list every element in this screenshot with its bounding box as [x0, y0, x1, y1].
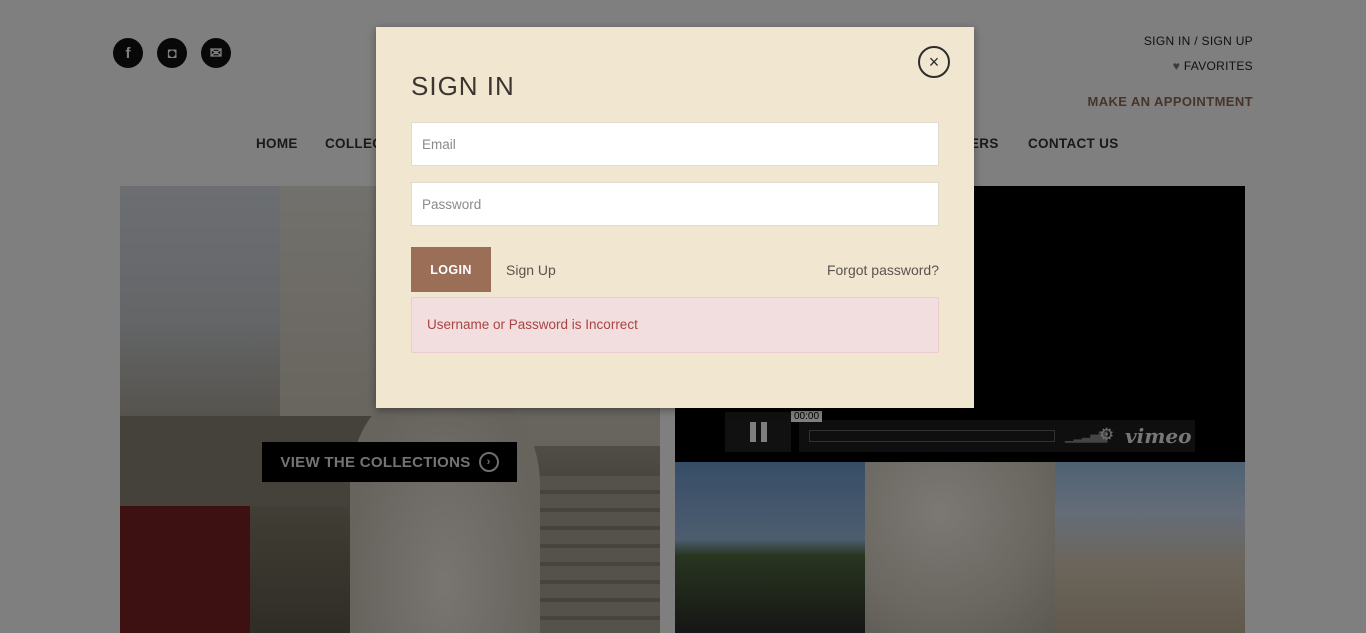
error-message: Username or Password is Incorrect	[427, 317, 638, 332]
forgot-password-link[interactable]: Forgot password?	[827, 262, 939, 278]
signup-link[interactable]: Sign Up	[506, 262, 556, 278]
error-alert: Username or Password is Incorrect	[411, 297, 939, 353]
password-field[interactable]	[411, 182, 939, 226]
login-button[interactable]: LOGIN	[411, 247, 491, 292]
email-field[interactable]	[411, 122, 939, 166]
signin-modal: SIGN IN × LOGIN Sign Up Forgot password?…	[376, 27, 974, 408]
close-icon[interactable]: ×	[918, 46, 950, 78]
modal-title: SIGN IN	[411, 71, 515, 101]
